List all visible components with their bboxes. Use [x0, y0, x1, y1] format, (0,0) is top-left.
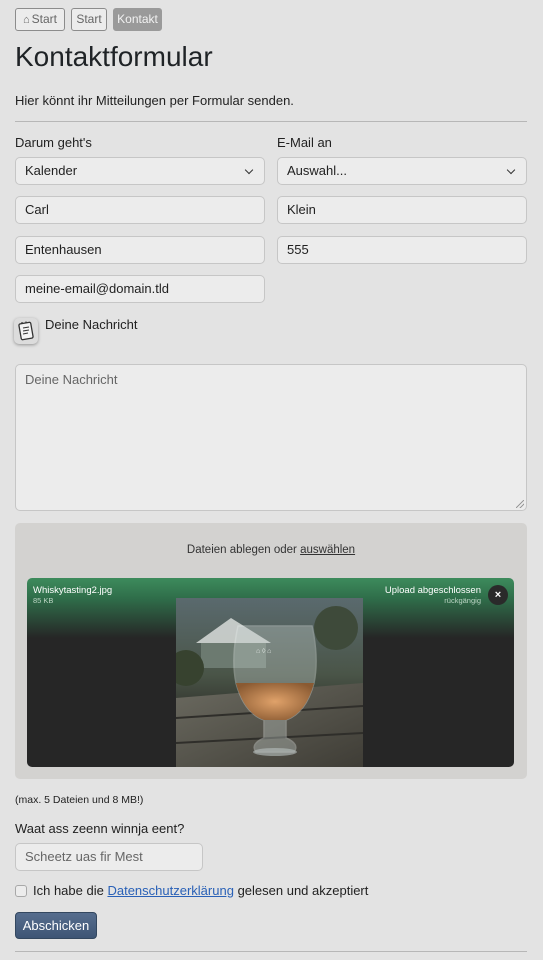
email-value: meine-email@domain.tld [25, 281, 169, 296]
captcha-input[interactable]: Scheetz uas fir Mest [15, 843, 203, 871]
breadcrumb-label: Kontakt [117, 12, 158, 26]
city-value: Entenhausen [25, 242, 102, 257]
divider [15, 121, 527, 122]
topic-select-value: Kalender [25, 163, 78, 178]
home-icon: ⌂ [23, 14, 30, 26]
message-label: Deine Nachricht [45, 317, 138, 332]
captcha-question: Waat ass zeenn winnja eent? [15, 821, 185, 836]
email-to-select[interactable]: Auswahl... [277, 157, 527, 185]
privacy-consent-text: Ich habe die Datenschutzerklärung gelese… [33, 883, 368, 898]
breadcrumb-kontakt: Kontakt [113, 8, 162, 31]
city-input[interactable]: Entenhausen [15, 236, 265, 264]
dropzone-label: Dateien ablegen oder [186, 544, 297, 556]
submit-button[interactable]: Abschicken [15, 912, 97, 939]
first-name-input[interactable]: Carl [15, 196, 265, 224]
email-to-select-value: Auswahl... [287, 163, 347, 178]
phone-value: 555 [287, 242, 309, 257]
page-title: Kontaktformular [15, 41, 213, 72]
message-textarea[interactable]: Deine Nachricht [15, 364, 527, 511]
topic-select[interactable]: Kalender [15, 157, 265, 185]
whisky-photo: ⌂ ◊ ⌂ [176, 598, 363, 767]
privacy-checkbox[interactable] [15, 885, 27, 897]
email-to-label: E-Mail an [277, 135, 332, 150]
breadcrumb-home[interactable]: ⌂ Start [15, 8, 65, 31]
svg-text:⌂ ◊ ⌂: ⌂ ◊ ⌂ [256, 647, 271, 655]
footer-divider [15, 951, 527, 952]
resize-handle[interactable] [516, 500, 524, 508]
first-name-value: Carl [25, 202, 49, 217]
file-name: Whiskytasting2.jpg [33, 585, 113, 596]
topic-label: Darum geht's [15, 135, 92, 150]
captcha-placeholder: Scheetz uas fir Mest [25, 849, 143, 864]
phone-input[interactable]: 555 [277, 236, 527, 264]
dropzone-text: Dateien ablegen oder auswählen [15, 544, 527, 556]
notepad-icon [14, 318, 38, 344]
privacy-policy-link[interactable]: Datenschutzerklärung [107, 883, 233, 898]
remove-file-button[interactable]: × [488, 585, 508, 605]
upload-status: Upload abgeschlossen [384, 585, 481, 596]
last-name-value: Klein [287, 202, 316, 217]
last-name-input[interactable]: Klein [277, 196, 527, 224]
consent-suffix: gelesen und akzeptiert [237, 883, 369, 898]
consent-prefix: Ich habe die [33, 883, 104, 898]
page-intro: Hier könnt ihr Mitteilungen per Formular… [15, 93, 294, 108]
undo-link[interactable]: rückgängig [444, 596, 481, 605]
breadcrumb-label: Start [76, 12, 102, 26]
message-placeholder: Deine Nachricht [25, 372, 118, 387]
breadcrumb-start[interactable]: Start [71, 8, 107, 31]
upload-limit-note: (max. 5 Dateien und 8 MB!) [15, 794, 144, 806]
close-icon: × [494, 589, 502, 601]
email-input[interactable]: meine-email@domain.tld [15, 275, 265, 303]
browse-link[interactable]: auswählen [300, 544, 355, 556]
breadcrumb-label: Start [31, 12, 57, 26]
file-size: 85 KB [33, 596, 54, 605]
